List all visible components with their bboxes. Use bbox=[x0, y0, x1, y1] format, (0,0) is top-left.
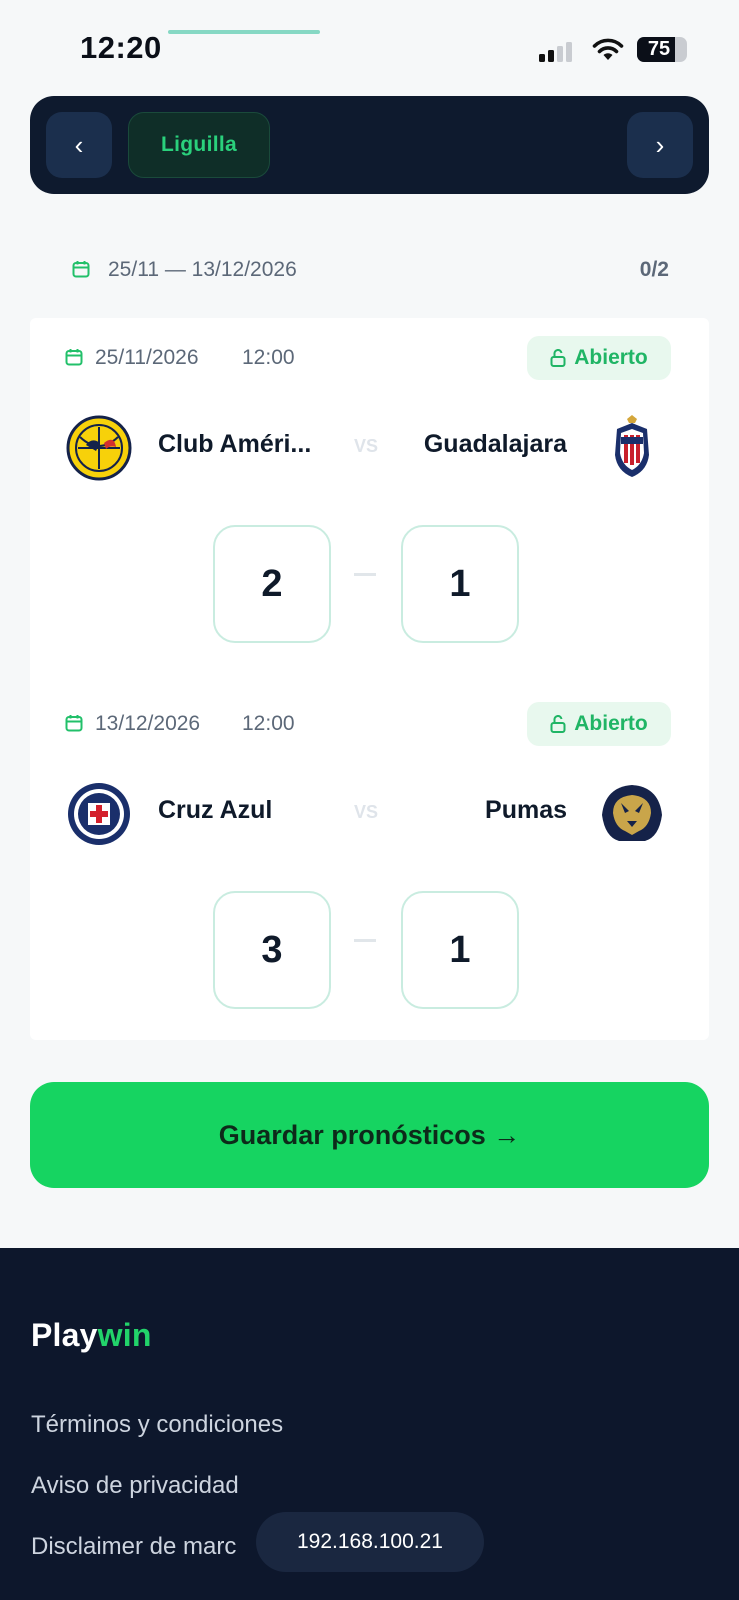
wifi-icon bbox=[592, 38, 624, 60]
battery-icon: 75 bbox=[637, 37, 687, 62]
calendar-icon bbox=[65, 349, 83, 366]
previous-round-button[interactable]: ‹ bbox=[46, 112, 112, 178]
score-separator bbox=[354, 573, 376, 576]
match-date: 13/12/2026 bbox=[95, 712, 201, 735]
match-date: 25/11/2026 bbox=[95, 346, 199, 369]
round-date-range: 25/11 — 13/12/2026 0/2 bbox=[30, 238, 709, 308]
brand-logo: Playwin bbox=[31, 1317, 152, 1354]
pumas-logo bbox=[602, 785, 662, 841]
status-time: 12:20 bbox=[80, 30, 162, 65]
matches-card: 25/11/2026 12:00 Abierto Club Améri... V… bbox=[30, 318, 709, 1040]
match-card: 13/12/2026 12:00 Abierto Cruz Azul VS Pu… bbox=[30, 684, 709, 1050]
round-chip-liguilla[interactable]: Liguilla bbox=[128, 112, 270, 178]
club-america-logo bbox=[66, 415, 132, 481]
terms-link[interactable]: Términos y condiciones bbox=[31, 1411, 283, 1439]
unlock-icon bbox=[550, 349, 566, 367]
calendar-icon bbox=[72, 261, 90, 278]
status-bar: 12:20 75 bbox=[0, 0, 739, 95]
disclaimer-link[interactable]: Disclaimer de marc bbox=[31, 1533, 236, 1561]
match-time: 12:00 bbox=[242, 346, 295, 369]
status-badge: Abierto bbox=[527, 702, 671, 746]
battery-level: 75 bbox=[647, 38, 671, 60]
brand-main: Play bbox=[31, 1317, 98, 1353]
save-predictions-button[interactable]: Guardar pronósticos → bbox=[30, 1082, 709, 1188]
home-score-input[interactable]: 2 bbox=[213, 525, 331, 643]
cellular-signal-icon bbox=[539, 42, 575, 62]
ip-address-pill: 192.168.100.21 bbox=[256, 1512, 484, 1572]
match-card: 25/11/2026 12:00 Abierto Club Améri... V… bbox=[30, 318, 709, 684]
chevron-left-icon: ‹ bbox=[74, 129, 84, 160]
vs-label: VS bbox=[354, 436, 379, 456]
away-team-name: Pumas bbox=[485, 796, 567, 824]
match-time: 12:00 bbox=[242, 712, 295, 735]
vs-label: VS bbox=[354, 802, 379, 822]
chevron-right-icon: › bbox=[655, 129, 665, 160]
privacy-link[interactable]: Aviso de privacidad bbox=[31, 1472, 239, 1500]
calendar-icon bbox=[65, 715, 83, 732]
dynamic-island-indicator bbox=[168, 30, 320, 34]
away-score-input[interactable]: 1 bbox=[401, 525, 519, 643]
status-label: Abierto bbox=[574, 712, 648, 735]
next-round-button[interactable]: › bbox=[627, 112, 693, 178]
status-badge: Abierto bbox=[527, 336, 671, 380]
status-label: Abierto bbox=[574, 346, 648, 369]
cruz-azul-logo bbox=[68, 783, 130, 845]
predictions-count: 0/2 bbox=[639, 258, 669, 281]
home-team-name: Cruz Azul bbox=[158, 796, 273, 824]
brand-accent: win bbox=[97, 1317, 152, 1353]
home-score-input[interactable]: 3 bbox=[213, 891, 331, 1009]
home-team-name: Club Améri... bbox=[158, 430, 312, 458]
round-selector: ‹ Liguilla › bbox=[30, 96, 709, 194]
date-range-text: 25/11 — 13/12/2026 bbox=[108, 258, 297, 281]
away-team-name: Guadalajara bbox=[423, 430, 567, 458]
score-separator bbox=[354, 939, 376, 942]
guadalajara-logo bbox=[615, 415, 649, 477]
unlock-icon bbox=[550, 715, 566, 733]
footer: Playwin Términos y condiciones Aviso de … bbox=[0, 1248, 739, 1600]
away-score-input[interactable]: 1 bbox=[401, 891, 519, 1009]
